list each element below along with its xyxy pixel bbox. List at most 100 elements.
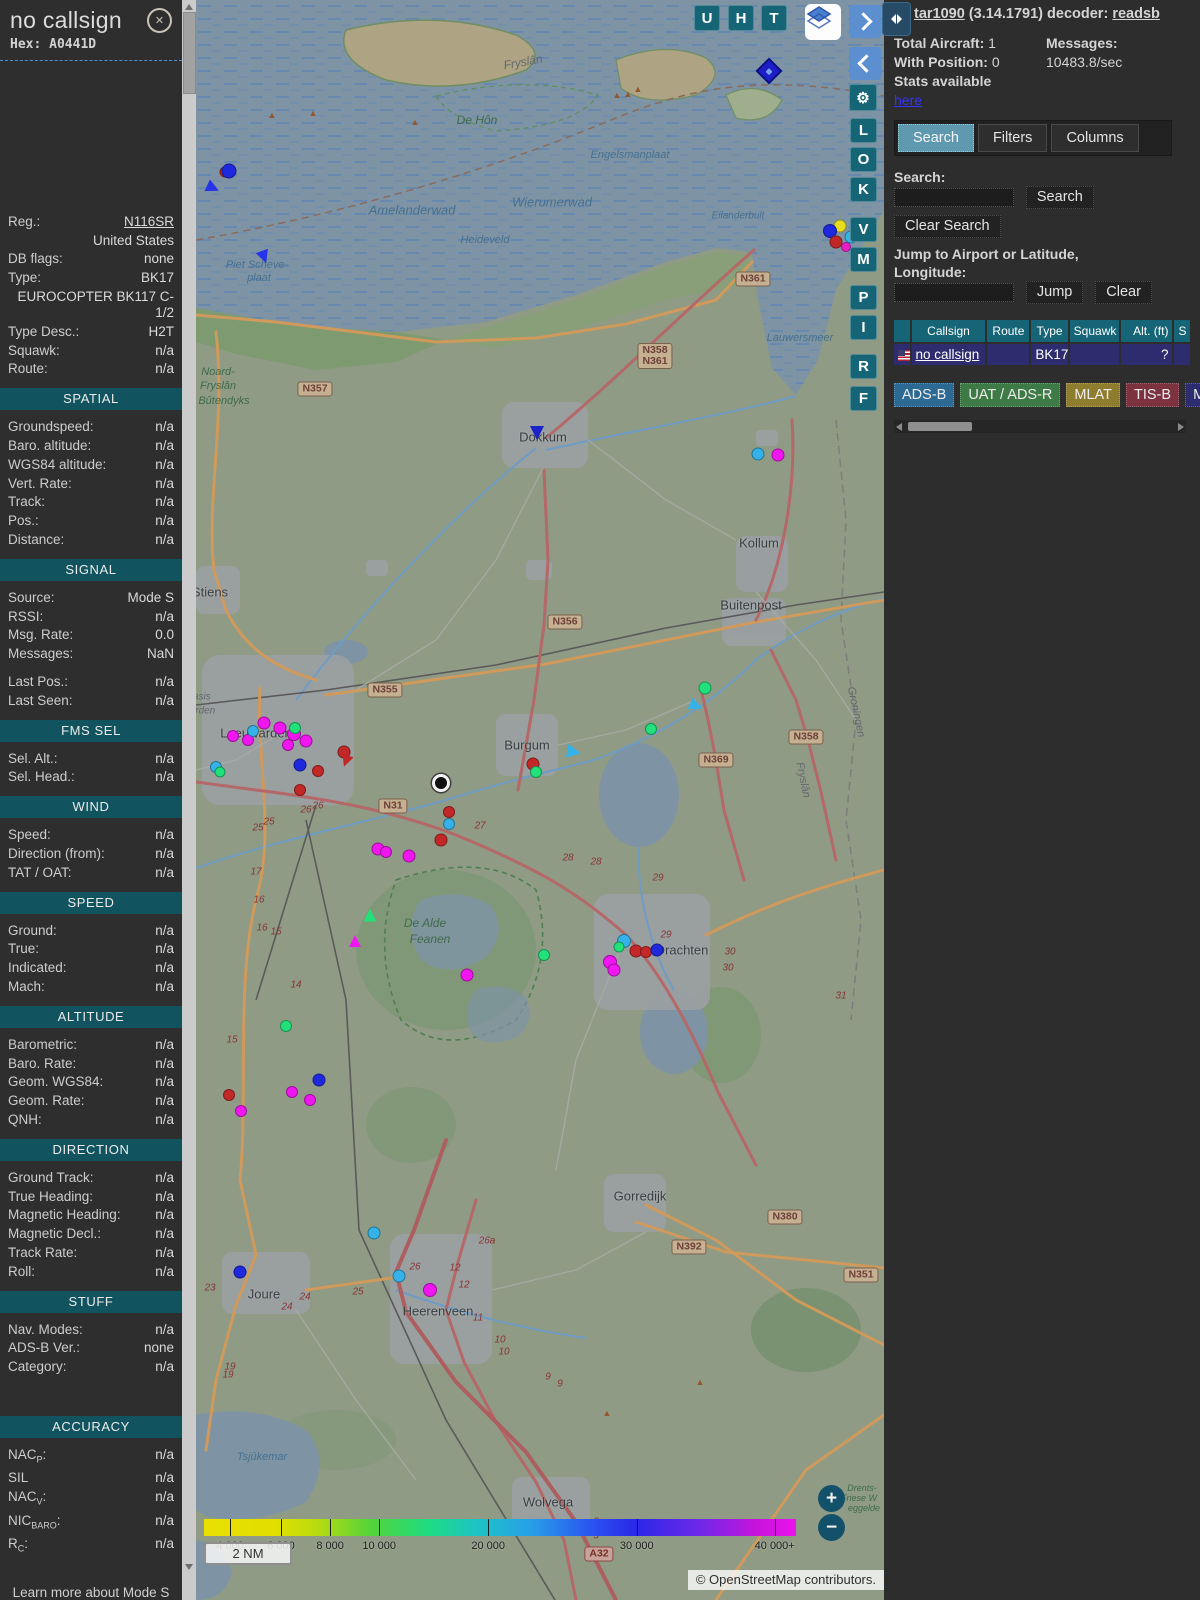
aircraft-marker[interactable] (367, 1226, 381, 1240)
sidebar-scrollbar[interactable] (182, 0, 196, 1600)
layers-icon[interactable] (805, 4, 841, 40)
legend-ads-b[interactable]: ADS-B (894, 383, 955, 407)
sidebar-toggle-button[interactable] (882, 2, 911, 36)
close-icon[interactable]: ✕ (147, 8, 172, 33)
column-header-Type[interactable]: Type (1031, 320, 1068, 342)
aircraft-marker[interactable] (434, 833, 448, 847)
panel-expand-button[interactable] (849, 5, 881, 38)
clear-search-button[interactable]: Clear Search (894, 215, 1001, 238)
column-header-Route[interactable]: Route (987, 320, 1030, 342)
aircraft-marker[interactable] (247, 725, 259, 737)
aircraft-marker[interactable] (755, 57, 783, 85)
map-button-p[interactable]: P (850, 285, 877, 310)
tab-columns[interactable]: Columns (1051, 124, 1139, 152)
legend-tis-b[interactable]: TIS-B (1126, 383, 1180, 407)
scroll-left-icon[interactable] (896, 423, 902, 431)
aircraft-marker[interactable] (257, 716, 271, 730)
aircraft-marker[interactable] (256, 249, 273, 266)
registration-link[interactable]: N116SR (124, 214, 174, 231)
aircraft-marker[interactable] (312, 765, 324, 777)
aircraft-marker[interactable] (402, 849, 416, 863)
tab-search[interactable]: Search (898, 124, 974, 152)
aircraft-marker[interactable] (443, 806, 455, 818)
aircraft-marker[interactable] (221, 163, 237, 179)
map-button-o[interactable]: O (850, 147, 877, 172)
legend-uatads-r[interactable]: UAT / ADS-R (960, 383, 1061, 407)
column-header-Alt. (ft)[interactable]: Alt. (ft) (1121, 320, 1173, 342)
map-button-k[interactable]: K (850, 177, 877, 202)
readsb-link[interactable]: readsb (1112, 6, 1160, 22)
hscroll-thumb[interactable] (908, 422, 972, 431)
aircraft-marker[interactable] (294, 784, 306, 796)
jump-clear-button[interactable]: Clear (1095, 281, 1152, 304)
aircraft-marker[interactable] (698, 681, 712, 695)
tab-filters[interactable]: Filters (977, 124, 1048, 152)
aircraft-marker[interactable] (645, 723, 657, 735)
aircraft-marker[interactable] (293, 758, 307, 772)
map-button-m[interactable]: M (850, 247, 877, 272)
aircraft-marker[interactable] (299, 734, 313, 748)
legend-mode-s[interactable]: Mode-S (1185, 383, 1200, 407)
map-button-i[interactable]: I (850, 315, 877, 340)
aircraft-marker[interactable] (443, 818, 455, 830)
aircraft-marker[interactable] (235, 1105, 247, 1117)
aircraft-marker[interactable] (286, 1086, 298, 1098)
aircraft-marker[interactable] (289, 722, 301, 734)
aircraft-marker[interactable] (280, 1020, 292, 1032)
map-button-t[interactable]: T (761, 5, 787, 31)
aircraft-marker[interactable] (607, 963, 621, 977)
map-button-v[interactable]: V (850, 217, 877, 242)
scroll-right-icon[interactable] (1178, 423, 1184, 431)
aircraft-marker[interactable] (392, 1269, 406, 1283)
column-header-Squawk[interactable]: Squawk (1069, 320, 1120, 342)
search-button[interactable]: Search (1025, 186, 1094, 209)
aircraft-marker[interactable] (613, 941, 625, 953)
osm-link[interactable]: OpenStreetMap (709, 1572, 801, 1587)
column-header-S[interactable]: S (1174, 320, 1190, 342)
map-button-r[interactable]: R (850, 354, 877, 379)
aircraft-marker[interactable] (273, 721, 287, 735)
jump-input[interactable] (894, 282, 1014, 302)
aircraft-marker[interactable] (650, 943, 664, 957)
callsign-cell[interactable]: no callsign (911, 344, 986, 365)
aircraft-marker[interactable] (687, 697, 704, 714)
map-button-h[interactable]: H (728, 5, 754, 31)
tar1090-link[interactable]: tar1090 (914, 6, 965, 22)
aircraft-marker[interactable] (460, 968, 474, 982)
aircraft-marker[interactable] (349, 935, 361, 947)
scrollbar-thumb[interactable] (183, 12, 196, 94)
aircraft-table-row[interactable]: no callsign BK17 ? (894, 344, 1190, 365)
jump-button[interactable]: Jump (1025, 281, 1084, 304)
aircraft-marker[interactable] (312, 1073, 326, 1087)
selected-aircraft-marker[interactable] (432, 774, 450, 792)
aircraft-marker[interactable] (304, 1094, 316, 1106)
panel-collapse-button[interactable] (849, 47, 881, 80)
search-input[interactable] (894, 187, 1014, 207)
table-horizontal-scrollbar[interactable] (894, 420, 1186, 433)
aircraft-marker[interactable] (363, 908, 377, 922)
aircraft-marker[interactable] (282, 739, 294, 751)
scrollbar-up-icon[interactable] (185, 4, 193, 10)
aircraft-marker[interactable] (751, 447, 765, 461)
aircraft-marker[interactable] (566, 744, 582, 760)
scrollbar-down-icon[interactable] (185, 1564, 193, 1570)
aircraft-marker[interactable] (227, 730, 239, 742)
aircraft-marker[interactable] (530, 766, 542, 778)
aircraft-marker[interactable] (771, 448, 785, 462)
legend-mlat[interactable]: MLAT (1066, 383, 1120, 407)
zoom-in-button[interactable]: + (818, 1485, 845, 1512)
aircraft-marker[interactable] (423, 1283, 437, 1297)
gear-icon[interactable]: ⚙ (849, 84, 877, 111)
map[interactable]: Fryslân De Hôn Engelsmanplaat Amelanderwad W… (196, 0, 884, 1600)
zoom-out-button[interactable]: − (818, 1514, 845, 1541)
aircraft-marker[interactable] (530, 426, 544, 440)
aircraft-marker[interactable] (538, 949, 550, 961)
map-button-l[interactable]: L (850, 118, 877, 143)
aircraft-marker[interactable] (214, 766, 226, 778)
map-button-u[interactable]: U (694, 5, 720, 31)
aircraft-marker[interactable] (204, 179, 221, 196)
aircraft-marker[interactable] (223, 1089, 235, 1101)
column-header-Callsign[interactable]: Callsign (911, 320, 986, 342)
stats-here-link[interactable]: here (894, 92, 922, 108)
aircraft-marker[interactable] (233, 1265, 247, 1279)
